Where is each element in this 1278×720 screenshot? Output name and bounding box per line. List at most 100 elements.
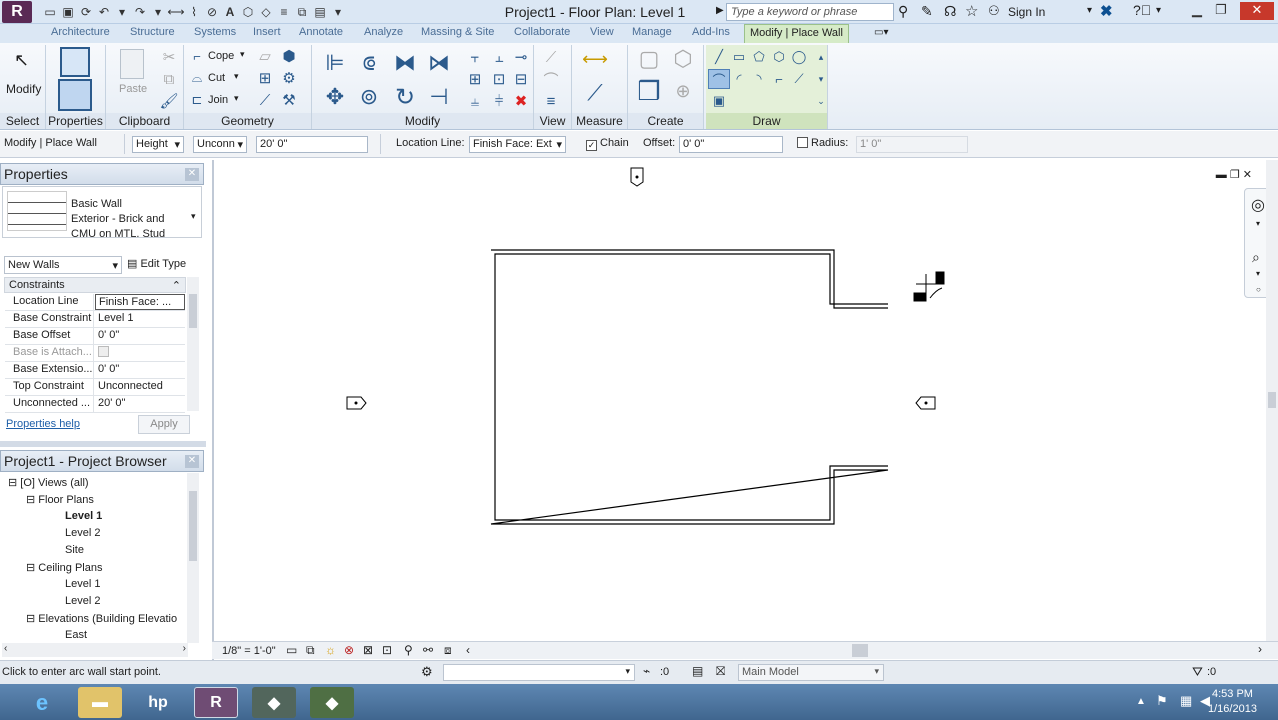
network-icon[interactable]: ▦ — [1180, 693, 1192, 709]
cut-dropdown-icon[interactable]: ▾ — [234, 71, 239, 82]
redo-dropdown-icon[interactable]: ▾ — [150, 3, 166, 21]
shadows-icon[interactable]: ⊗ — [344, 643, 354, 657]
prop-row[interactable]: Base is Attach... — [5, 345, 185, 362]
tag-icon[interactable]: ⊘ — [204, 3, 220, 21]
wall-outline[interactable] — [490, 249, 889, 525]
apply-button[interactable]: Apply — [138, 415, 190, 434]
top-constraint-select[interactable]: Unconn ▾ — [193, 136, 247, 153]
trim-extend-icon[interactable]: ⊣ — [424, 83, 454, 111]
steering-wheel-icon[interactable]: ◎ — [1251, 195, 1265, 215]
panel-label-draw[interactable]: Draw — [706, 113, 827, 129]
open-icon[interactable]: ▭ — [42, 3, 58, 21]
tree-item[interactable]: Level 2 — [65, 527, 100, 539]
wheel-dropdown-icon[interactable]: ▾ — [1256, 219, 1260, 228]
tree-item[interactable]: ⊟ Ceiling Plans — [26, 561, 102, 574]
location-line-select[interactable]: Finish Face: Ext ▾ — [469, 136, 566, 153]
height-mode-select[interactable]: Height ▾ — [132, 136, 184, 153]
cope-dropdown-icon[interactable]: ▾ — [240, 49, 245, 60]
prop-value[interactable]: 0' 0" — [95, 362, 185, 378]
offset-input[interactable]: 0' 0" — [679, 136, 783, 153]
view-restore-icon[interactable]: ❐ — [1230, 169, 1240, 181]
prop-value[interactable]: 0' 0" — [95, 328, 185, 344]
split-gap-icon[interactable]: ⫠ — [488, 47, 510, 67]
tab-analyze[interactable]: Analyze — [364, 26, 403, 38]
workset-select[interactable]: ▾ — [443, 664, 635, 681]
panel-label-clipboard[interactable]: Clipboard — [106, 113, 183, 129]
section-constraints[interactable]: Constraints ⌃ — [4, 277, 186, 293]
modify-button[interactable]: Modify — [6, 82, 41, 96]
align-icon[interactable]: ⊫ — [320, 49, 350, 77]
thin-lines-view-icon[interactable]: ≡ — [540, 91, 562, 111]
save-icon[interactable]: ▣ — [60, 3, 76, 21]
panel-label-modify[interactable]: Modify — [312, 113, 533, 129]
properties-icon[interactable] — [58, 79, 92, 111]
collapse-icon[interactable]: ⊟ — [26, 562, 35, 574]
create-group-icon[interactable]: ❒ — [632, 76, 666, 106]
sun-path-icon[interactable]: ☼ — [325, 643, 336, 657]
properties-scrollbar[interactable] — [187, 277, 199, 411]
close-icon[interactable]: ✕ — [185, 455, 199, 468]
create-parts-icon[interactable]: ⬡ — [668, 46, 698, 71]
undo-dropdown-icon[interactable]: ▾ — [114, 3, 130, 21]
draw-expand-icon[interactable]: ⌄ — [810, 91, 832, 111]
measure-distance-icon[interactable]: ⟷ — [580, 49, 610, 69]
revit-taskbar-icon[interactable]: R — [194, 687, 238, 718]
prop-row[interactable]: Base Offset 0' 0" — [5, 328, 185, 345]
close-hidden-icon[interactable]: ⧉ — [294, 3, 310, 21]
match-type-icon[interactable]: 🖌 — [158, 91, 180, 111]
file-explorer-icon[interactable]: ▬ — [78, 687, 122, 718]
prop-value[interactable]: Finish Face: ... — [95, 294, 185, 310]
tab-insert[interactable]: Insert — [253, 26, 281, 38]
floor-plan-canvas[interactable] — [214, 160, 1278, 640]
reveal-hidden-icon[interactable]: ⚯ — [423, 643, 433, 657]
filter-icon[interactable]: ⛛ — [1192, 664, 1203, 680]
clock-date[interactable]: 1/16/2013 — [1208, 703, 1257, 715]
thin-lines-icon[interactable]: ≡ — [276, 3, 292, 21]
join-icon[interactable]: ⊏ — [186, 90, 208, 110]
array-icon[interactable]: ⊞ — [464, 69, 486, 89]
zoom-dropdown-icon[interactable]: ▾ — [1256, 269, 1260, 278]
prop-row[interactable]: Base Extensio... 0' 0" — [5, 362, 185, 379]
editable-only-icon[interactable]: ⌁ — [643, 664, 650, 678]
view-vscrollbar[interactable] — [1266, 160, 1278, 641]
tree-item[interactable]: Level 2 — [65, 595, 100, 607]
switch-windows-icon[interactable]: ▤ — [312, 3, 328, 21]
unpin-icon[interactable]: ⊸ — [510, 47, 532, 67]
view-close-icon[interactable]: ✕ — [1243, 169, 1252, 181]
tree-item[interactable]: East — [65, 629, 87, 641]
prop-row[interactable]: Top Constraint Unconnected — [5, 379, 185, 396]
ribbon-minimize-icon[interactable]: ▭▾ — [874, 27, 888, 38]
drawing-area[interactable]: ▬ ❐ ✕ ◎ ▾ ⌕ ▾ ○ — [212, 160, 1278, 660]
design-options-icon[interactable]: ▤ — [692, 664, 703, 678]
design-option-select[interactable]: Main Model ▾ — [738, 664, 884, 681]
sign-in-button[interactable]: Sign In — [1008, 5, 1045, 19]
paste-icon[interactable] — [120, 49, 144, 79]
scroll-thumb[interactable] — [1268, 392, 1276, 408]
redo-icon[interactable]: ↷ — [132, 3, 148, 21]
tab-massing-site[interactable]: Massing & Site — [421, 26, 494, 38]
help-icon[interactable]: ?⃝ — [1133, 2, 1151, 18]
join-geometry-button[interactable]: Join — [208, 94, 228, 106]
view-minimize-icon[interactable]: ▬ — [1216, 169, 1227, 181]
properties-help-link[interactable]: Properties help — [6, 418, 80, 430]
panel-label-select[interactable]: Select — [0, 113, 45, 129]
undo-icon[interactable]: ↶ — [96, 3, 112, 21]
instance-filter-select[interactable]: New Walls ▾ — [4, 256, 122, 274]
nav-options-icon[interactable]: ○ — [1256, 285, 1261, 294]
internet-explorer-icon[interactable]: e — [20, 687, 64, 718]
cut-geometry-button[interactable]: Cut — [208, 72, 225, 84]
rotate-icon[interactable]: ↻ — [390, 83, 420, 111]
scroll-left-icon[interactable]: ‹ — [466, 643, 470, 657]
tree-item[interactable]: Level 1 — [65, 510, 102, 522]
customize-qat-icon[interactable]: ▾ — [330, 3, 346, 21]
offset-icon[interactable]: ⟃ — [354, 49, 384, 77]
tab-architecture[interactable]: Architecture — [51, 26, 110, 38]
dock-splitter[interactable] — [0, 441, 206, 447]
view-scale[interactable]: 1/8" = 1'-0" — [222, 645, 276, 657]
modify-cursor-icon[interactable]: ↖ — [14, 50, 29, 71]
prop-value[interactable]: 20' 0" — [95, 396, 185, 412]
cope-button[interactable]: Cope — [208, 50, 234, 62]
prop-value[interactable]: Level 1 — [95, 311, 185, 327]
create-assembly-icon[interactable]: ▢ — [634, 46, 664, 71]
chain-checkbox[interactable]: ✓ Chain — [586, 137, 629, 151]
